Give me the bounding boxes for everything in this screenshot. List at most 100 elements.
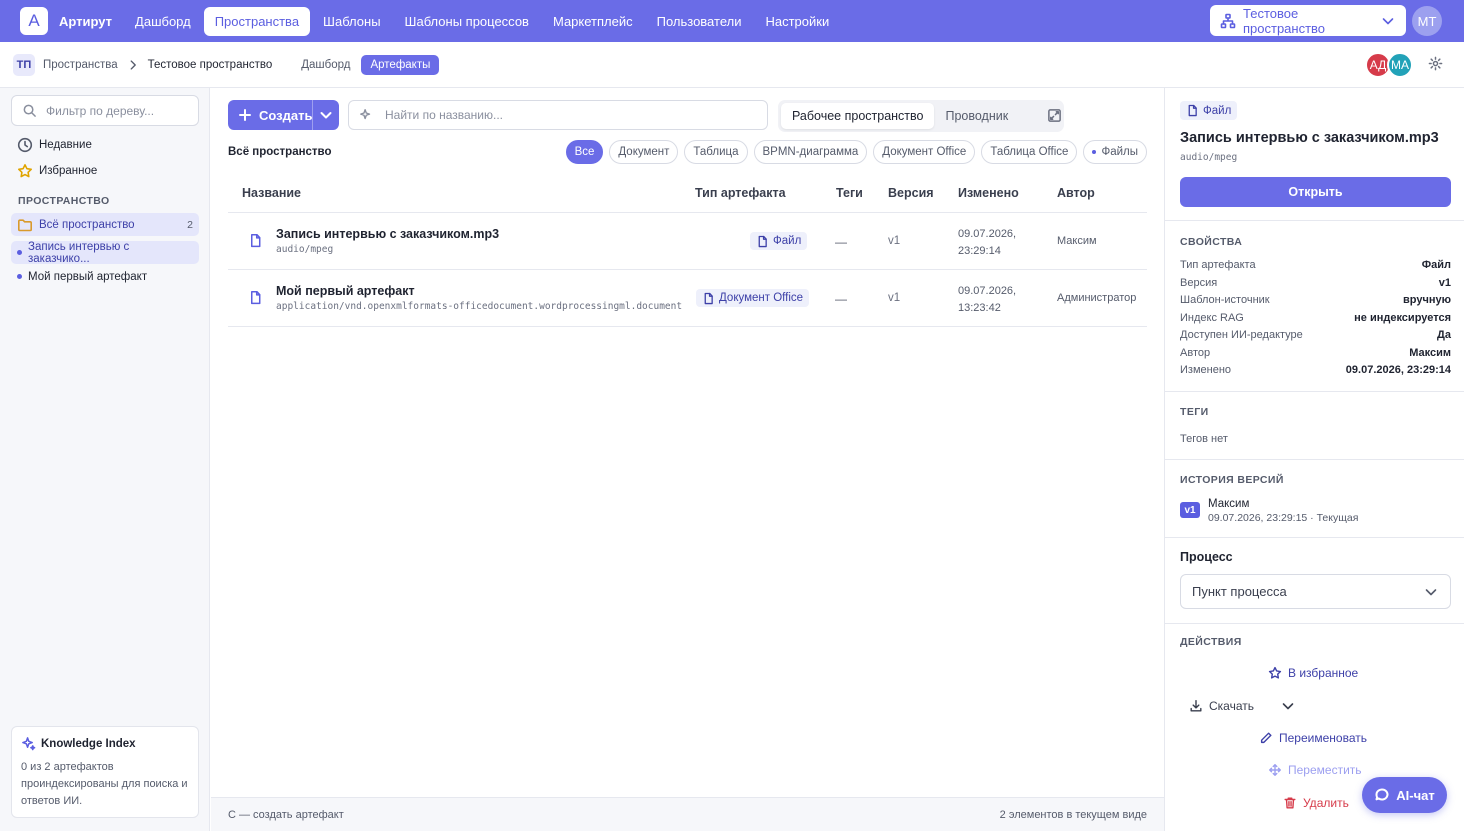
- gear-icon[interactable]: [1428, 56, 1443, 71]
- sparkles-icon: [21, 736, 36, 751]
- create-dropdown-toggle[interactable]: [312, 100, 339, 130]
- folder-icon: [17, 217, 33, 233]
- nav-marketplace[interactable]: Маркетплейс: [542, 7, 644, 36]
- column-header[interactable]: Название: [242, 186, 301, 200]
- nav-settings[interactable]: Настройки: [754, 7, 840, 36]
- artifact-name[interactable]: Мой первый артефакт: [276, 284, 415, 298]
- table-row[interactable]: Запись интервью с заказчиком.mp3 audio/m…: [228, 213, 1147, 270]
- column-header[interactable]: Версия: [888, 186, 934, 200]
- artifacts-table: Название Тип артефакта Теги Версия Измен…: [228, 173, 1147, 327]
- space-badge: ТП: [13, 53, 35, 76]
- tags-header: ТЕГИ: [1180, 406, 1209, 418]
- divider: [1165, 391, 1464, 392]
- file-icon: [248, 233, 263, 248]
- filter-bpmn[interactable]: BPMN-диаграмма: [753, 140, 868, 164]
- version-history-item[interactable]: v1 Максим 09.07.2026, 23:29:15 · Текущая: [1180, 498, 1358, 524]
- view-workspace[interactable]: Рабочее пространство: [781, 103, 935, 129]
- nav-templates[interactable]: Шаблоны: [312, 7, 392, 36]
- type-badge-label: Файл: [1203, 104, 1232, 117]
- column-header[interactable]: Тип артефакта: [695, 186, 786, 200]
- details-panel: Файл Запись интервью с заказчиком.mp3 au…: [1164, 88, 1464, 831]
- history-header: ИСТОРИЯ ВЕРСИЙ: [1180, 474, 1284, 486]
- version-author: Максим: [1208, 498, 1250, 510]
- create-button[interactable]: Создать: [228, 100, 339, 130]
- move-button[interactable]: Переместить: [1268, 763, 1362, 777]
- artifact-author: Максим: [1057, 235, 1097, 247]
- filter-office-table[interactable]: Таблица Office: [981, 140, 1078, 164]
- sidebar-item-artifact[interactable]: Запись интервью с заказчико...: [11, 240, 199, 265]
- property-row: Тип артефакта Файл: [1180, 259, 1451, 271]
- table-row[interactable]: Мой первый артефакт application/vnd.open…: [228, 270, 1147, 327]
- changed-date: 09.07.2026,: [958, 228, 1017, 240]
- process-select[interactable]: Пункт процесса: [1180, 574, 1451, 609]
- open-button[interactable]: Открыть: [1180, 177, 1451, 207]
- filter-table[interactable]: Таблица: [684, 140, 748, 164]
- search-input[interactable]: Найти по названию...: [348, 100, 768, 130]
- rename-label: Переименовать: [1279, 731, 1367, 745]
- sidebar-recent[interactable]: Недавние: [17, 137, 92, 153]
- tree-filter-placeholder: Фильтр по дереву...: [46, 103, 155, 118]
- divider: [1165, 459, 1464, 460]
- clock-icon: [17, 137, 33, 153]
- artifact-mime: audio/mpeg: [276, 244, 334, 255]
- changed-time: 23:29:14: [958, 245, 1001, 257]
- filter-office-document[interactable]: Документ Office: [873, 140, 976, 164]
- version-time: 09.07.2026, 23:29:15 · Текущая: [1208, 512, 1359, 524]
- tree-filter-input[interactable]: Фильтр по дереву...: [11, 95, 199, 126]
- changed-time: 13:23:42: [958, 302, 1001, 314]
- nav-process-templates[interactable]: Шаблоны процессов: [394, 7, 540, 36]
- type-badge-label: Документ Office: [719, 292, 804, 304]
- sidebar-item-artifact[interactable]: Мой первый артефакт: [11, 265, 199, 288]
- sidebar-item-all-space[interactable]: Всё пространство 2: [11, 213, 199, 236]
- filter-all[interactable]: Все: [565, 140, 604, 164]
- bullet-icon: [17, 250, 22, 255]
- column-header[interactable]: Теги: [836, 186, 863, 200]
- download-button[interactable]: Скачать: [1189, 698, 1296, 714]
- artifact-changed: 09.07.2026, 13:23:42: [958, 283, 1016, 317]
- tab-dashboard[interactable]: Дашборд: [292, 55, 359, 75]
- column-header[interactable]: Автор: [1057, 186, 1095, 200]
- space-selector[interactable]: Тестовое пространство: [1210, 5, 1406, 36]
- type-badge-label: Файл: [773, 235, 802, 247]
- sidebar-item-label: Запись интервью с заказчико...: [28, 240, 130, 265]
- members-avatars: АД МА: [1365, 52, 1413, 78]
- chevron-down-icon[interactable]: [1280, 698, 1296, 714]
- favorites-label: В избранное: [1288, 666, 1359, 680]
- rename-button[interactable]: Переименовать: [1259, 731, 1367, 745]
- star-icon: [1268, 666, 1282, 680]
- delete-button[interactable]: Удалить: [1283, 796, 1349, 810]
- sidebar-item-label: Всё пространство: [39, 218, 135, 231]
- table-header: Название Тип артефакта Теги Версия Измен…: [228, 173, 1147, 213]
- sitemap-icon: [1220, 13, 1236, 29]
- nav-dashboard[interactable]: Дашборд: [124, 7, 202, 36]
- details-mime: audio/mpeg: [1180, 152, 1238, 163]
- nav-spaces[interactable]: Пространства: [203, 6, 311, 36]
- tab-artifacts[interactable]: Артефакты: [361, 54, 440, 75]
- artifact-author: Администратор: [1057, 292, 1137, 304]
- breadcrumb-root[interactable]: Пространства: [43, 59, 118, 71]
- sidebar-favorites[interactable]: Избранное: [17, 163, 97, 179]
- nav-users[interactable]: Пользователи: [646, 7, 753, 36]
- app-logo[interactable]: A: [20, 7, 48, 35]
- member-avatar[interactable]: МА: [1387, 52, 1413, 78]
- brand-name[interactable]: Артирут: [59, 14, 112, 29]
- artifact-name[interactable]: Запись интервью с заказчиком.mp3: [276, 227, 499, 241]
- add-to-favorites-button[interactable]: В избранное: [1268, 666, 1358, 680]
- ai-chat-button[interactable]: AI-чат: [1362, 777, 1447, 813]
- artifact-version: v1: [888, 235, 901, 247]
- changed-date: 09.07.2026,: [958, 285, 1017, 297]
- knowledge-index-text: 0 из 2 артефактов проиндексированы для п…: [21, 761, 188, 807]
- expand-icon[interactable]: [1047, 108, 1062, 123]
- artifact-mime: application/vnd.openxmlformats-officedoc…: [276, 301, 683, 312]
- move-icon: [1268, 763, 1282, 777]
- user-avatar[interactable]: МТ: [1412, 6, 1442, 36]
- column-header[interactable]: Изменено: [958, 186, 1019, 200]
- search-placeholder: Найти по названию...: [385, 108, 503, 122]
- filter-document[interactable]: Документ: [609, 140, 679, 164]
- artifact-tags: —: [835, 292, 847, 306]
- ai-chat-label: AI-чат: [1396, 787, 1435, 803]
- chat-icon: [1374, 787, 1390, 803]
- process-select-value: Пункт процесса: [1192, 584, 1287, 599]
- filter-files[interactable]: Файлы: [1083, 140, 1147, 164]
- view-explorer[interactable]: Проводник: [934, 103, 1019, 129]
